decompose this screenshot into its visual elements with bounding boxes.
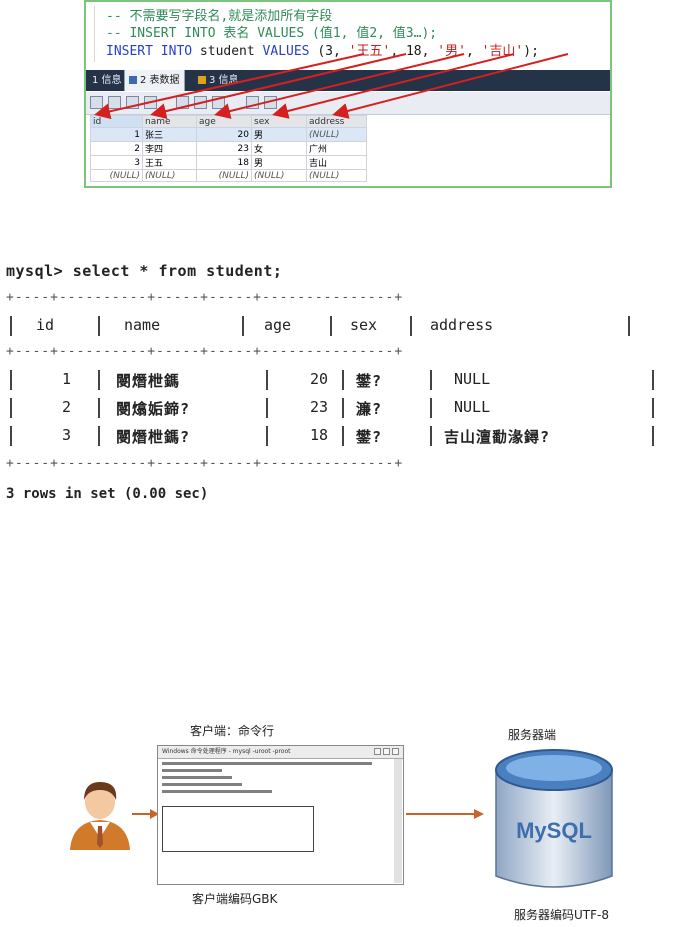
- console-cell-age: 23: [310, 398, 329, 416]
- console-header-row: id name age sex address: [6, 316, 656, 338]
- arrow-sex: [272, 53, 515, 119]
- console-footer: 3 rows in set (0.00 sec): [6, 486, 209, 502]
- console-cell-address: NULL: [454, 370, 491, 388]
- console-header-sex: sex: [350, 316, 378, 334]
- console-prompt: mysql> select * from student;: [6, 262, 283, 280]
- mysql-logo-text: MySQL: [516, 818, 592, 843]
- cmd-window-titlebar: Windows 命令处理程序 - mysql -uroot -proot: [158, 746, 403, 759]
- console-cell-sex: 鐢?: [356, 428, 383, 446]
- server-label: 服务器端: [508, 728, 557, 742]
- sql-editor-screenshot: -- 不需要写字段名,就是添加所有字段 -- INSERT INTO 表名 VA…: [84, 0, 612, 188]
- console-header-age: age: [264, 316, 292, 334]
- console-cell-sex: 鐢?: [356, 372, 383, 390]
- client-label: 客户端：命令行: [190, 724, 275, 738]
- client-cmd-window: Windows 命令处理程序 - mysql -uroot -proot: [157, 745, 404, 885]
- cmd-terminal-output: [162, 762, 388, 880]
- close-icon[interactable]: [392, 748, 399, 755]
- console-cell-sex: 濂?: [356, 400, 383, 418]
- console-header-id: id: [36, 316, 55, 334]
- table-border-top: +----+----------+-----+-----+-----------…: [6, 290, 404, 305]
- console-row: 2 閿熻姤鍗? 23 濂? NULL: [6, 398, 656, 420]
- table-border-mid: +----+----------+-----+-----+-----------…: [6, 344, 404, 359]
- user-avatar-icon: [70, 782, 130, 850]
- client-encoding-label: 客户端编码GBK: [192, 892, 278, 906]
- console-cell-name: 閿熸枻鎷: [116, 372, 181, 390]
- mapping-arrows: [94, 53, 569, 120]
- console-cell-address: 吉山澶勫湪鐞?: [444, 428, 551, 446]
- console-cell-age: 18: [310, 426, 329, 444]
- server-encoding-label: 服务器编码UTF-8: [514, 908, 609, 922]
- minimize-icon[interactable]: [374, 748, 381, 755]
- console-output: mysql> select * from student; +----+----…: [6, 252, 656, 514]
- arrow-to-server: [406, 809, 484, 819]
- arrow-to-client: [132, 809, 159, 819]
- cmd-result-table: [162, 806, 314, 852]
- table-border-bottom: +----+----------+-----+-----+-----------…: [6, 456, 404, 471]
- console-cell-id: 1: [62, 370, 72, 388]
- encoding-diagram: 客户端：命令行 服务器端 Windows 命令处理程序 - mysql -uro…: [0, 700, 684, 927]
- cmd-scrollbar[interactable]: [394, 759, 402, 883]
- console-cell-name: 閿熻姤鍗?: [116, 400, 191, 418]
- arrow-age: [214, 53, 465, 119]
- console-header-name: name: [124, 316, 161, 334]
- maximize-icon[interactable]: [383, 748, 390, 755]
- console-cell-id: 3: [62, 426, 72, 444]
- console-cell-age: 20: [310, 370, 329, 388]
- console-row: 3 閿熸枻鎷? 18 鐢? 吉山澶勫湪鐞?: [6, 426, 656, 448]
- mysql-database-icon: MySQL: [495, 749, 613, 888]
- console-row: 1 閿熸枻鎷 20 鐢? NULL: [6, 370, 656, 392]
- cmd-window-title: Windows 命令处理程序 - mysql -uroot -proot: [162, 748, 291, 755]
- console-cell-address: NULL: [454, 398, 491, 416]
- arrow-id: [94, 53, 365, 120]
- console-cell-id: 2: [62, 398, 72, 416]
- console-header-address: address: [430, 316, 494, 334]
- console-cell-name: 閿熸枻鎷?: [116, 428, 191, 446]
